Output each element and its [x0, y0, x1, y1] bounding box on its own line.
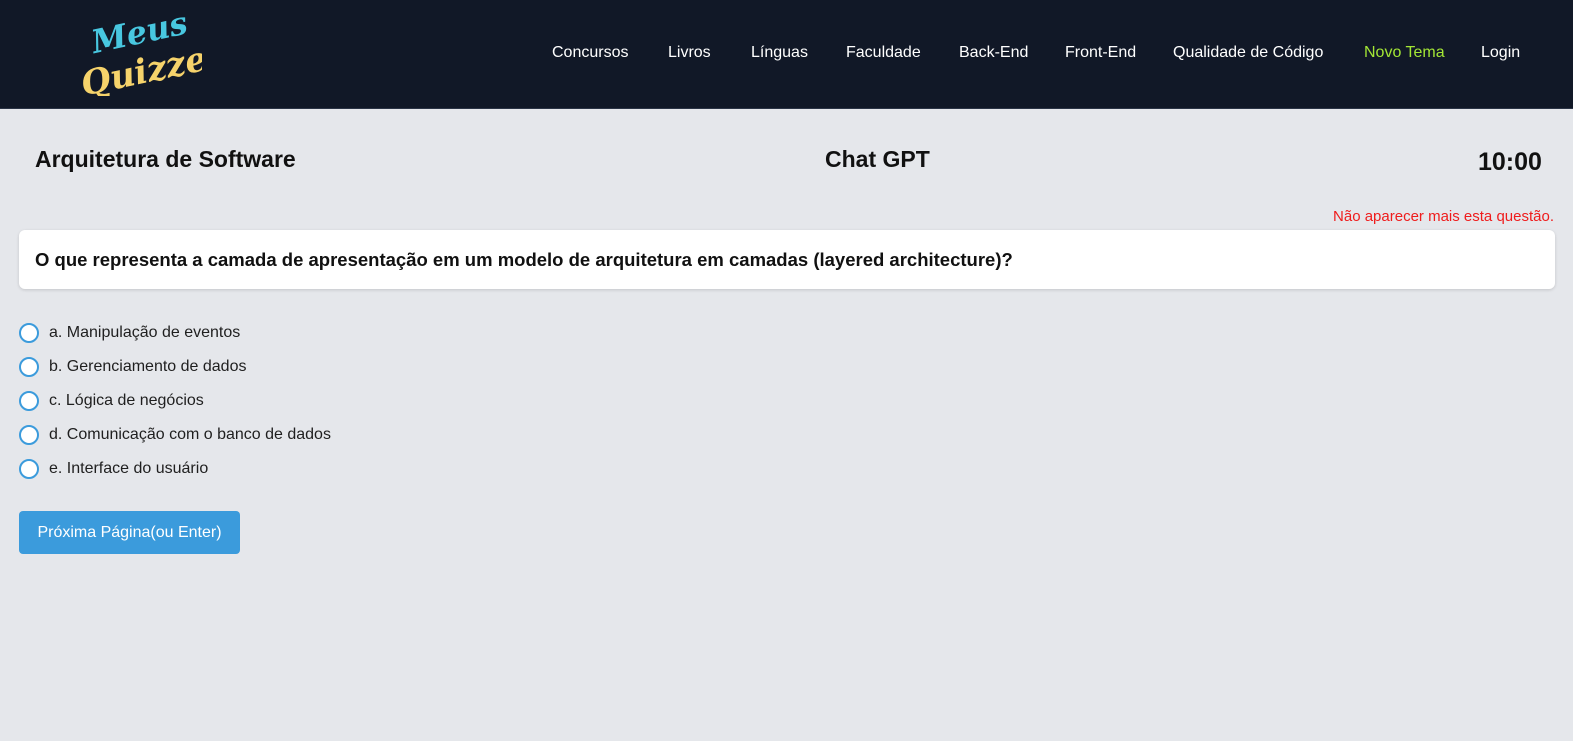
answer-option-c[interactable]: c. Lógica de negócios: [19, 390, 419, 424]
quiz-source: Chat GPT: [825, 146, 930, 172]
hide-question-link[interactable]: Não aparecer mais esta questão.: [1333, 208, 1554, 225]
question-card: O que representa a camada de apresentaçã…: [19, 230, 1555, 289]
answer-option-label: c. Lógica de negócios: [49, 392, 204, 409]
nav-link-linguas[interactable]: Línguas: [751, 44, 808, 62]
radio-button[interactable]: [19, 357, 39, 377]
quiz-header: Arquitetura de Software Chat GPT 10:00: [0, 110, 1573, 200]
answer-option-label: a. Manipulação de eventos: [49, 324, 241, 341]
radio-button[interactable]: [19, 391, 39, 411]
nav-link-livros[interactable]: Livros: [668, 44, 711, 62]
question-text: O que representa a camada de apresentaçã…: [35, 249, 1013, 270]
radio-button[interactable]: [19, 323, 39, 343]
quiz-timer: 10:00: [1478, 148, 1542, 176]
answer-options: a. Manipulação de eventos b. Gerenciamen…: [19, 322, 419, 492]
answer-option-d[interactable]: d. Comunicação com o banco de dados: [19, 424, 419, 458]
nav-link-faculdade[interactable]: Faculdade: [846, 44, 921, 62]
answer-option-a[interactable]: a. Manipulação de eventos: [19, 322, 419, 356]
nav-link-front-end[interactable]: Front-End: [1065, 44, 1136, 62]
top-navbar: Meus Quizzes Concursos Livros Línguas Fa…: [0, 0, 1573, 109]
nav-link-login[interactable]: Login: [1481, 44, 1520, 62]
meus-quizzes-logo[interactable]: Meus Quizzes: [78, 12, 202, 96]
radio-button[interactable]: [19, 425, 39, 445]
answer-option-b[interactable]: b. Gerenciamento de dados: [19, 356, 419, 390]
answer-option-label: b. Gerenciamento de dados: [49, 358, 247, 375]
next-page-button[interactable]: Próxima Página(ou Enter): [19, 511, 240, 554]
nav-link-qualidade-de-codigo[interactable]: Qualidade de Código: [1173, 44, 1323, 62]
radio-button[interactable]: [19, 459, 39, 479]
answer-option-label: e. Interface do usuário: [49, 460, 209, 477]
nav-link-back-end[interactable]: Back-End: [959, 44, 1028, 62]
answer-option-e[interactable]: e. Interface do usuário: [19, 458, 419, 492]
quiz-title: Arquitetura de Software: [35, 146, 296, 172]
nav-link-concursos[interactable]: Concursos: [552, 44, 628, 62]
answer-option-label: d. Comunicação com o banco de dados: [49, 426, 331, 443]
nav-links: Concursos Livros Línguas Faculdade Back-…: [473, 0, 1573, 109]
nav-link-novo-tema[interactable]: Novo Tema: [1364, 44, 1445, 62]
